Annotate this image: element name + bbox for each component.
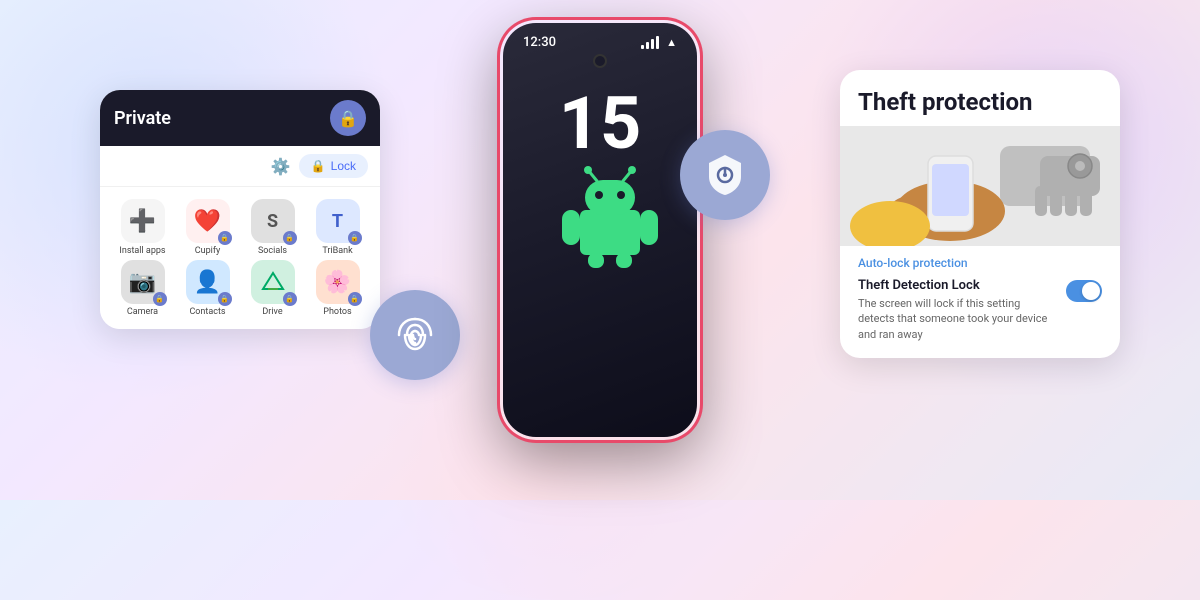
fingerprint-icon (391, 311, 439, 359)
phone-camera (593, 54, 607, 68)
photos-icon: 🌸 (324, 270, 351, 295)
app-name-install: Install apps (119, 246, 165, 256)
app-icon-drive: 🔒 (251, 260, 295, 304)
lock-icon-small: 🔒 (311, 159, 326, 173)
app-item-tribank[interactable]: T 🔒 TriBank (307, 199, 368, 256)
theft-illustration (840, 126, 1120, 246)
camera-icon: 📷 (129, 270, 156, 295)
private-space-card: Private 🔒 ⚙️ 🔒 Lock ➕ Install apps ❤️ 🔒 … (100, 90, 380, 329)
signal-bar-4 (656, 36, 659, 49)
app-icon-socials: S 🔒 (251, 199, 295, 243)
phone-number: 15 (559, 88, 642, 160)
lock-button[interactable]: 🔒 Lock (299, 154, 368, 178)
lock-badge-photos: 🔒 (348, 292, 362, 306)
signal-indicators: ▲ (641, 36, 677, 49)
fingerprint-bubble (370, 290, 460, 380)
app-item-install[interactable]: ➕ Install apps (112, 199, 173, 256)
app-item-photos[interactable]: 🌸 🔒 Photos (307, 260, 368, 317)
private-toolbar: ⚙️ 🔒 Lock (100, 146, 380, 187)
socials-icon: S (267, 211, 278, 232)
status-bar: 12:30 ▲ (503, 23, 697, 54)
cupify-icon: ❤️ (194, 209, 221, 234)
theft-detection-row: Theft Detection Lock The screen will loc… (840, 274, 1120, 358)
shield-icon (701, 151, 749, 199)
app-item-contacts[interactable]: 👤 🔒 Contacts (177, 260, 238, 317)
app-icon-install: ➕ (121, 199, 165, 243)
android-mascot (550, 160, 650, 260)
private-header: Private 🔒 (100, 90, 380, 146)
signal-bar-2 (646, 42, 649, 49)
signal-bar-1 (641, 45, 644, 49)
app-name-camera: Camera (127, 307, 158, 317)
android-robot-svg (550, 160, 670, 270)
lock-badge-cupify: 🔒 (218, 231, 232, 245)
time-display: 12:30 (523, 35, 556, 50)
theft-detection-text: Theft Detection Lock The screen will loc… (858, 278, 1056, 342)
theft-protection-card: Theft protection Auto-l (840, 70, 1120, 358)
lock-badge-socials: 🔒 (283, 231, 297, 245)
lock-icon-bubble: 🔒 (330, 100, 366, 136)
app-icon-contacts: 👤 🔒 (186, 260, 230, 304)
app-name-drive: Drive (262, 307, 282, 317)
app-icon-camera: 📷 🔒 (121, 260, 165, 304)
app-item-socials[interactable]: S 🔒 Socials (242, 199, 303, 256)
app-grid: ➕ Install apps ❤️ 🔒 Cupify S 🔒 Socials T… (100, 187, 380, 329)
contacts-icon: 👤 (194, 270, 221, 295)
signal-bar-3 (651, 39, 654, 49)
shield-bubble (680, 130, 770, 220)
app-name-photos: Photos (323, 307, 351, 317)
auto-lock-label: Auto-lock protection (840, 246, 1120, 274)
plus-icon: ➕ (129, 209, 156, 234)
detection-desc: The screen will lock if this setting det… (858, 296, 1056, 342)
app-name-socials: Socials (258, 246, 287, 256)
app-icon-tribank: T 🔒 (316, 199, 360, 243)
wifi-signal (641, 36, 659, 49)
app-name-tribank: TriBank (322, 246, 352, 256)
private-label: Private (114, 108, 171, 129)
gear-icon[interactable]: ⚙️ (271, 157, 291, 176)
app-item-cupify[interactable]: ❤️ 🔒 Cupify (177, 199, 238, 256)
wifi-icon: ▲ (666, 36, 677, 49)
lock-badge-tribank: 🔒 (348, 231, 362, 245)
detection-title: Theft Detection Lock (858, 278, 1056, 293)
theft-scene-svg (840, 126, 1120, 246)
app-name-contacts: Contacts (189, 307, 225, 317)
app-icon-cupify: ❤️ 🔒 (186, 199, 230, 243)
drive-icon (261, 270, 285, 294)
tribank-icon: T (332, 211, 343, 232)
theft-title: Theft protection (840, 70, 1120, 126)
lock-badge-camera: 🔒 (153, 292, 167, 306)
lock-badge-contacts: 🔒 (218, 292, 232, 306)
app-item-camera[interactable]: 📷 🔒 Camera (112, 260, 173, 317)
phone: 12:30 ▲ 15 (500, 20, 700, 440)
app-item-drive[interactable]: 🔒 Drive (242, 260, 303, 317)
theft-detection-toggle[interactable] (1066, 280, 1102, 302)
lock-badge-drive: 🔒 (283, 292, 297, 306)
app-icon-photos: 🌸 🔒 (316, 260, 360, 304)
app-name-cupify: Cupify (195, 246, 220, 256)
